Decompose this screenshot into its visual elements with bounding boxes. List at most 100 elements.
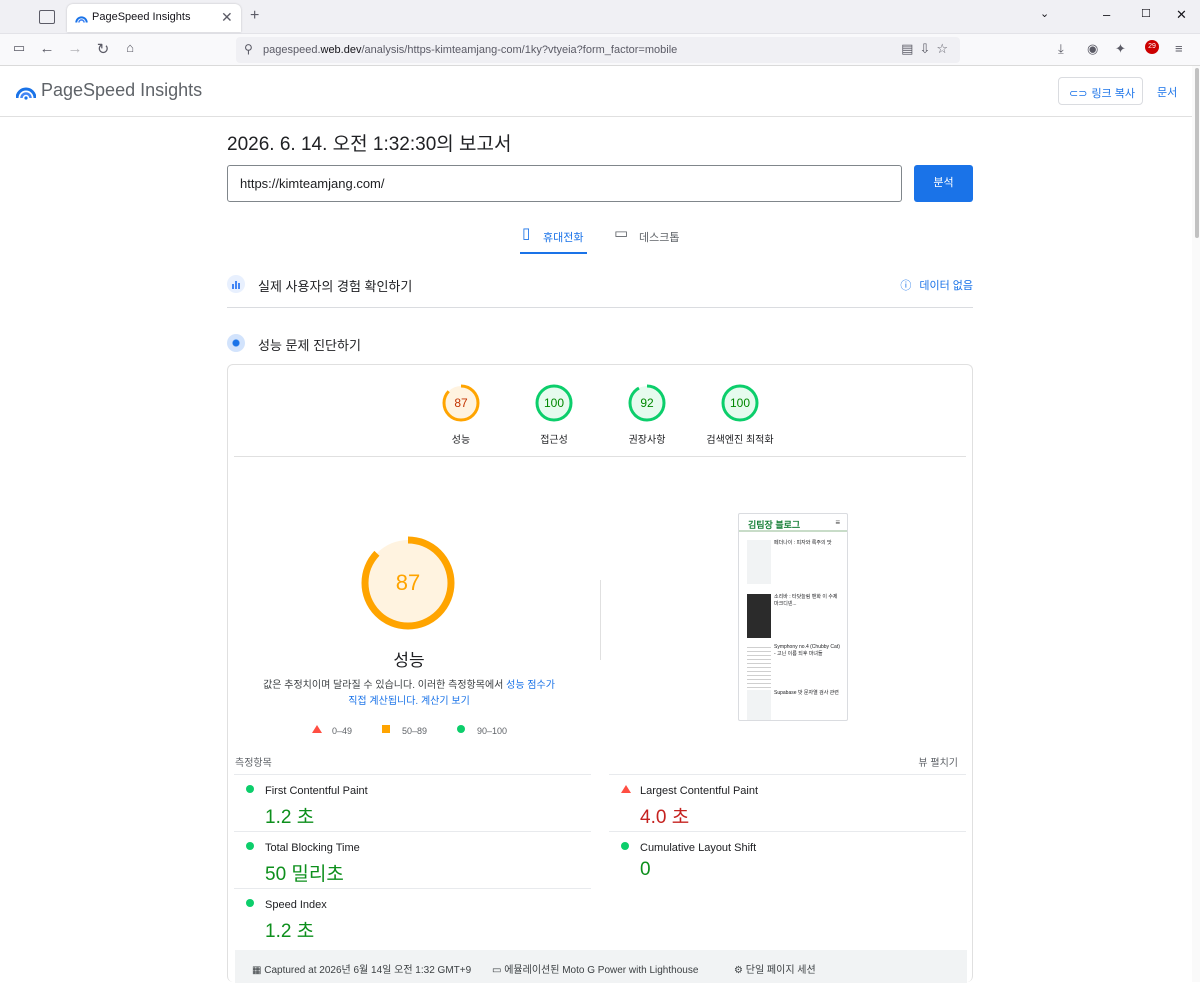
pagespeed-logo-icon [16, 87, 36, 100]
good-dot-icon [246, 785, 254, 793]
metric-value: 1.2 초 [265, 807, 315, 828]
performance-big-gauge: 87 [361, 536, 455, 630]
metric-name: First Contentful Paint [265, 785, 368, 797]
preview-post: Supabase 밧 문자열 검사 관련 [747, 690, 841, 720]
section-divider [227, 307, 973, 308]
diagnose-label: 성능 문제 진단하기 [258, 338, 361, 353]
metric-item: Total Blocking Time 50 밀리초 [234, 831, 591, 888]
preview-post: Symphony no.4 (Chubby Cat) - 고닌 이름 되후 마녀… [747, 644, 841, 690]
preview-thumb [747, 690, 771, 720]
metric-item: Largest Contentful Paint 4.0 초 [609, 774, 966, 831]
analyze-button[interactable]: 분석 [914, 165, 973, 202]
summary-divider [600, 580, 601, 660]
good-dot-icon [246, 899, 254, 907]
metric-item: Speed Index 1.2 초 [234, 888, 591, 945]
save-page-icon[interactable]: ⇩ [919, 41, 936, 56]
score-gauge-ring: 100 [721, 384, 759, 422]
expand-view-button[interactable]: 뷰 펼치기 [918, 754, 958, 769]
report-title: 2026. 6. 14. 오전 1:32:30의 보고서 [227, 134, 512, 155]
score-direct-link[interactable]: 직접 계산됩니다. [348, 696, 418, 707]
metric-item: First Contentful Paint 1.2 초 [234, 774, 591, 831]
good-dot-icon [621, 842, 629, 850]
preview-thumb [747, 594, 771, 638]
preview-post: 페더나이 : 피자와 록주의 맛 [747, 540, 841, 586]
captured-item: ▦ Captured at 2026년 6월 14일 오전 1:32 GMT+9 [252, 965, 472, 976]
final-screenshot[interactable]: 김팀장 블로그 ≡ 페더나이 : 피자와 록주의 맛 소리바 : 타닷늘림 밴화… [738, 513, 848, 721]
preview-thumb [747, 644, 771, 688]
account-icon[interactable]: ◉ [1087, 41, 1098, 57]
minimize-icon[interactable]: – [1103, 7, 1110, 22]
tab-overflow-chevron-icon[interactable]: ⌄ [1040, 7, 1049, 20]
new-tab-button[interactable]: + [250, 7, 259, 25]
score-label: 검색엔진 최적화 [706, 435, 774, 446]
lab-data-icon [227, 334, 245, 352]
address-url[interactable]: pagespeed.web.dev/analysis/https-kimteam… [263, 44, 677, 56]
session-icon: ⚙ [734, 965, 743, 976]
docs-link[interactable]: 문서 [1157, 84, 1177, 100]
app-menu-icon[interactable]: ≡ [1175, 41, 1183, 56]
score-calc-link[interactable]: 성능 점수가 [506, 680, 555, 691]
no-data-link[interactable]: ⓘ 데이터 없음 [900, 277, 973, 293]
address-bar[interactable]: ⚲ pagespeed.web.dev/analysis/https-kimte… [236, 37, 960, 63]
sidebar-toggle-icon[interactable]: ▭ [9, 40, 29, 56]
score-gauge-ring: 92 [628, 384, 666, 422]
bookmark-star-icon[interactable]: ☆ [936, 41, 954, 56]
reload-icon[interactable]: ↻ [93, 40, 113, 58]
site-info-icon[interactable]: ⚲ [244, 42, 253, 56]
tab-desktop-label: 데스크톱 [639, 232, 680, 244]
score-gauge[interactable]: 92 권장사항 [607, 383, 687, 446]
smartphone-icon: ▯ [522, 225, 531, 242]
metrics-label: 측정항목 [235, 758, 272, 769]
metric-value: 1.2 초 [265, 921, 315, 942]
close-window-icon[interactable]: ✕ [1176, 7, 1187, 23]
good-dot-icon [246, 842, 254, 850]
metric-name: Largest Contentful Paint [640, 785, 759, 797]
copy-link-label: 링크 복사 [1091, 88, 1135, 100]
average-square-icon [382, 725, 390, 733]
psi-header: PageSpeed Insights ⊂⊃ 링크 복사 문서 [0, 66, 1192, 117]
maximize-icon[interactable]: ☐ [1141, 7, 1151, 20]
info-icon: ⓘ [900, 280, 912, 292]
calendar-icon: ▦ [252, 965, 262, 976]
device-item: ▭ 에뮬레이션된 Moto G Power with Lighthouse [492, 965, 699, 976]
performance-summary: 87 성능 값은 추정치이며 달라질 수 있습니다. 이러한 측정항목에서 성능… [228, 365, 590, 745]
tab-mobile[interactable]: ▯ 휴대전화 [520, 222, 587, 254]
metric-item: Cumulative Layout Shift 0 [609, 831, 966, 888]
device-icon: ▭ [492, 965, 502, 976]
performance-big-label: 성능 [393, 651, 425, 670]
score-note: 값은 추정치이며 달라질 수 있습니다. 이러한 측정항목에서 성능 점수가 직… [263, 680, 555, 707]
preview-thumb [747, 540, 771, 584]
browser-nav-bar: ▭ ← → ↻ ⌂ ⚲ pagespeed.web.dev/analysis/h… [0, 34, 1200, 66]
no-data-label: 데이터 없음 [919, 280, 973, 292]
tab-desktop[interactable]: ▭ 데스크톱 [612, 222, 687, 254]
score-gauge[interactable]: 100 검색엔진 최적화 [700, 383, 780, 446]
reader-view-icon[interactable]: ▤ [901, 41, 919, 56]
score-value: 100 [730, 396, 750, 410]
forward-icon[interactable]: → [65, 40, 85, 57]
page-scrollbar[interactable] [1192, 66, 1200, 982]
performance-big-score: 87 [396, 570, 420, 595]
preview-post: 소리바 : 타닷늘림 밴화 이 수제마크디넨... [747, 594, 841, 640]
extensions-icon[interactable]: ✦ [1115, 41, 1126, 57]
scrollbar-thumb[interactable] [1195, 68, 1199, 238]
copy-link-button[interactable]: ⊂⊃ 링크 복사 [1058, 77, 1143, 105]
preview-menu-icon: ≡ [835, 518, 840, 527]
field-data-icon [227, 275, 245, 293]
back-icon[interactable]: ← [37, 40, 57, 57]
field-data-label: 실제 사용자의 경험 확인하기 [258, 279, 413, 294]
downloads-icon[interactable]: ⤓ [1058, 41, 1064, 57]
poor-triangle-icon [621, 785, 631, 793]
logo-text[interactable]: PageSpeed Insights [41, 80, 202, 101]
browser-tab[interactable]: PageSpeed Insights ✕ [67, 4, 241, 32]
tab-list-icon[interactable] [39, 10, 55, 24]
tab-close-icon[interactable]: ✕ [221, 9, 233, 26]
calculator-link[interactable]: 계산기 보기 [421, 696, 470, 707]
pagespeed-favicon-icon [75, 16, 88, 23]
good-dot-icon [457, 725, 465, 733]
metric-name: Total Blocking Time [265, 842, 360, 854]
home-icon[interactable]: ⌂ [120, 40, 140, 55]
browser-tab-strip: PageSpeed Insights ✕ + ⌄ – ☐ ✕ [0, 0, 1200, 34]
session-item: ⚙ 단일 페이지 세션 [734, 965, 816, 976]
laptop-icon: ▭ [614, 225, 629, 242]
url-input[interactable] [227, 165, 902, 202]
